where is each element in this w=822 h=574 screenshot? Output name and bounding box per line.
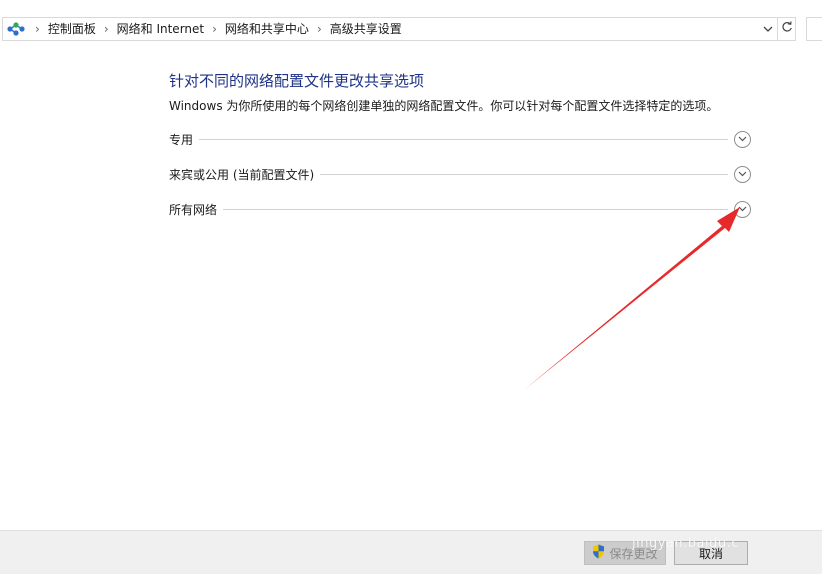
expand-all-networks-button[interactable] <box>734 200 751 218</box>
section-guest-public[interactable]: 来宾或公用 (当前配置文件) <box>169 163 751 185</box>
watermark: jingyan.baidu.c <box>632 536 739 551</box>
divider <box>199 138 728 140</box>
breadcrumb-control-panel[interactable]: 控制面板 <box>48 18 96 40</box>
refresh-button[interactable] <box>778 17 796 41</box>
expand-private-button[interactable] <box>734 130 751 148</box>
chevron-right-icon[interactable]: › <box>204 18 225 40</box>
uac-shield-icon <box>592 544 605 562</box>
address-bar[interactable]: › 控制面板 › 网络和 Internet › 网络和共享中心 › 高级共享设置 <box>2 17 778 41</box>
divider <box>320 173 728 175</box>
chevron-right-icon[interactable]: › <box>309 18 330 40</box>
section-label[interactable]: 来宾或公用 (当前配置文件) <box>169 166 320 183</box>
divider <box>223 208 728 210</box>
chevron-right-icon[interactable]: › <box>27 18 48 40</box>
network-sharing-icon <box>5 18 27 40</box>
section-label[interactable]: 所有网络 <box>169 201 223 218</box>
section-label[interactable]: 专用 <box>169 131 199 148</box>
page-title: 针对不同的网络配置文件更改共享选项 <box>169 72 425 90</box>
chevron-right-icon[interactable]: › <box>96 18 117 40</box>
section-private[interactable]: 专用 <box>169 128 751 150</box>
breadcrumb-network-sharing-center[interactable]: 网络和共享中心 <box>225 18 309 40</box>
chevron-down-icon <box>738 136 747 142</box>
refresh-icon <box>781 21 793 37</box>
breadcrumb: › 控制面板 › 网络和 Internet › 网络和共享中心 › 高级共享设置 <box>27 18 761 40</box>
search-input[interactable] <box>806 17 822 41</box>
page-description: Windows 为你所使用的每个网络创建单独的网络配置文件。你可以针对每个配置文… <box>169 99 719 113</box>
chevron-down-icon <box>738 171 747 177</box>
breadcrumb-network-internet[interactable]: 网络和 Internet <box>117 18 204 40</box>
breadcrumb-advanced-sharing-settings[interactable]: 高级共享设置 <box>330 18 402 40</box>
expand-guest-public-button[interactable] <box>734 165 751 183</box>
chevron-down-icon <box>738 206 747 212</box>
chevron-down-icon[interactable] <box>761 18 775 40</box>
section-all-networks[interactable]: 所有网络 <box>169 198 751 220</box>
